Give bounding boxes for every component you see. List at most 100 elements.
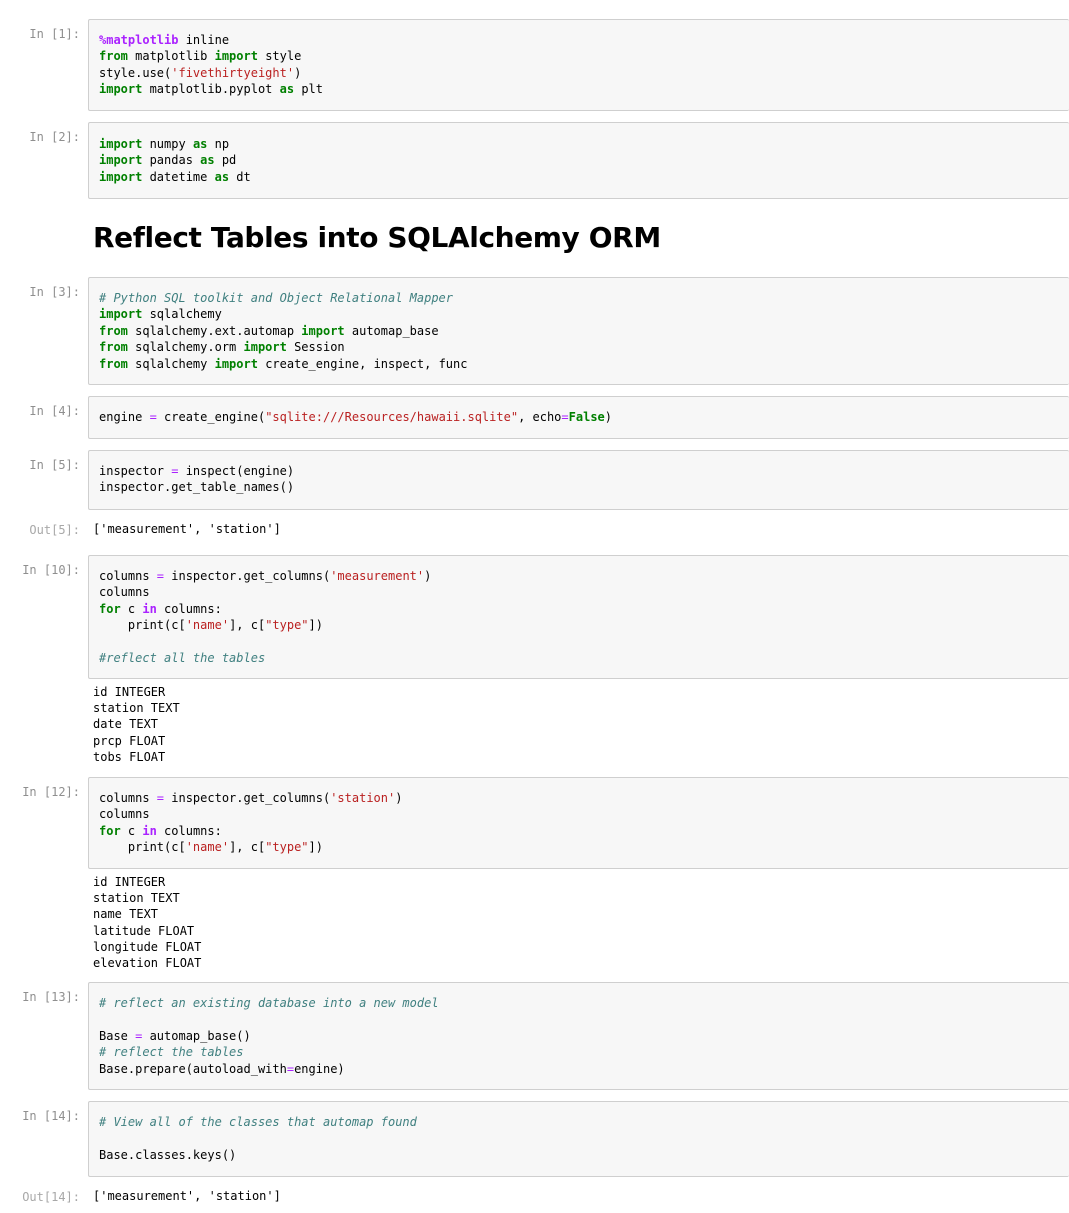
code-token: sqlalchemy.ext.automap — [127, 323, 302, 338]
code-token: print(c[ — [99, 840, 186, 855]
code-token: sqlalchemy.orm — [127, 340, 244, 355]
keyword-token: as — [214, 169, 230, 184]
code-token: ]) — [308, 618, 323, 633]
output-text: ['measurement', 'station'] — [93, 1189, 281, 1203]
keyword-token: import — [99, 169, 143, 184]
magic-token: %matplotlib — [99, 33, 179, 47]
code-token: columns — [99, 791, 157, 805]
code-line: from sqlalchemy import create_engine, in… — [99, 356, 467, 372]
code-token: inspect(engine) — [178, 464, 295, 478]
code-line: print(c['name'], c["type"]) — [99, 839, 402, 855]
code-editor[interactable]: inspector = inspect(engine) inspector.get… — [99, 463, 294, 496]
code-token: numpy — [142, 137, 193, 151]
code-line: columns = inspector.get_columns('measure… — [99, 568, 431, 584]
code-editor[interactable]: # reflect an existing database into a ne… — [99, 995, 439, 1077]
code-token: Base.prepare(autoload_with — [99, 1061, 287, 1076]
code-line: columns — [99, 584, 431, 600]
code-editor[interactable]: %matplotlib inline from matplotlib import… — [99, 32, 323, 98]
code-token: Base — [99, 1028, 136, 1043]
code-token: c — [120, 601, 143, 616]
keyword-token: import — [99, 153, 143, 168]
code-line: # View all of the classes that automap f… — [99, 1114, 417, 1130]
code-token: inspector.get_columns( — [164, 791, 331, 805]
code-token: ) — [424, 569, 432, 583]
input-prompt: In [1]: — [29, 27, 80, 41]
code-editor[interactable]: # Python SQL toolkit and Object Relation… — [99, 290, 467, 372]
code-line: # reflect an existing database into a ne… — [99, 995, 439, 1011]
code-token: ]) — [308, 840, 323, 855]
code-editor[interactable]: # View all of the classes that automap f… — [99, 1114, 417, 1163]
code-line: from sqlalchemy.ext.automap import autom… — [99, 323, 467, 339]
code-editor[interactable]: import numpy as np import pandas as pd imp… — [99, 136, 251, 185]
keyword-token: for — [99, 823, 121, 838]
code-token: engine — [99, 410, 150, 424]
code-editor[interactable]: engine = create_engine("sqlite:///Resour… — [99, 409, 612, 425]
code-token: columns — [99, 569, 157, 583]
code-line: for c in columns: — [99, 601, 431, 617]
input-prompt: In [10]: — [22, 563, 80, 577]
code-token: inline — [178, 33, 230, 47]
keyword-token: import — [214, 356, 258, 371]
code-line: inspector = inspect(engine) — [99, 463, 294, 479]
input-prompt: In [13]: — [22, 990, 80, 1004]
code-token: matplotlib — [127, 49, 215, 64]
code-line: import sqlalchemy — [99, 306, 467, 322]
code-line: for c in columns: — [99, 823, 402, 839]
comment-token: # View all of the classes that automap f… — [99, 1115, 417, 1129]
code-token: c — [120, 823, 143, 838]
operator-token: = — [156, 791, 165, 805]
comment-token: # Python SQL toolkit and Object Relation… — [99, 291, 454, 305]
keyword-token: from — [99, 356, 128, 371]
code-line: columns = inspector.get_columns('station… — [99, 790, 402, 806]
output-text: id INTEGER station TEXT date TEXT prcp F… — [93, 685, 180, 764]
code-token: inspector — [99, 464, 172, 478]
keyword-token: as — [279, 82, 295, 97]
keyword-token: from — [99, 49, 128, 64]
code-token: matplotlib.pyplot — [142, 82, 280, 97]
string-token: 'fivethirtyeight' — [171, 65, 295, 80]
code-editor[interactable]: columns = inspector.get_columns('station… — [99, 790, 402, 856]
code-line: inspector.get_table_names() — [99, 479, 294, 495]
code-token: Base.classes.keys() — [99, 1147, 237, 1162]
code-token: inspector.get_table_names() — [99, 480, 295, 495]
code-token: pd — [214, 153, 237, 168]
code-line: import matplotlib.pyplot as plt — [99, 81, 323, 97]
code-editor[interactable]: columns = inspector.get_columns('measure… — [99, 568, 431, 666]
input-prompt: In [14]: — [22, 1109, 80, 1123]
code-line: engine = create_engine("sqlite:///Resour… — [99, 409, 612, 425]
code-token: dt — [229, 169, 251, 184]
code-line: style.use('fivethirtyeight') — [99, 65, 323, 81]
code-token: datetime — [142, 169, 215, 184]
code-token: ) — [294, 65, 302, 80]
code-line: from sqlalchemy.orm import Session — [99, 339, 467, 355]
code-line: # Python SQL toolkit and Object Relation… — [99, 290, 467, 306]
string-token: 'name' — [185, 618, 230, 633]
code-line: print(c['name'], c["type"]) — [99, 617, 431, 633]
magic-token: in — [142, 601, 157, 616]
code-token: engine) — [294, 1061, 345, 1076]
code-line: Base.classes.keys() — [99, 1147, 417, 1163]
keyword-token: False — [568, 410, 605, 424]
comment-token: # reflect an existing database into a ne… — [99, 996, 439, 1010]
code-token: inspector.get_columns( — [164, 569, 331, 583]
code-token: sqlalchemy — [127, 356, 215, 371]
magic-token: in — [142, 823, 157, 838]
output-text: id INTEGER station TEXT name TEXT latitu… — [93, 875, 202, 971]
code-line: columns — [99, 806, 402, 822]
string-token: 'name' — [185, 840, 230, 855]
comment-token: # reflect the tables — [99, 1045, 244, 1060]
code-token: columns — [99, 585, 150, 600]
input-prompt: In [2]: — [29, 130, 80, 144]
keyword-token: as — [200, 153, 215, 168]
string-token: 'station' — [330, 791, 396, 805]
code-line: Base.prepare(autoload_with=engine) — [99, 1061, 439, 1077]
string-token: "type" — [265, 840, 309, 855]
code-token: style — [257, 49, 302, 64]
code-token: print(c[ — [99, 618, 186, 633]
keyword-token: import — [99, 82, 143, 97]
code-token: columns — [99, 807, 150, 822]
keyword-token: import — [99, 137, 143, 151]
code-token: columns: — [156, 823, 222, 838]
notebook: In [1]: %matplotlib inline from matplotli… — [0, 0, 1069, 1213]
